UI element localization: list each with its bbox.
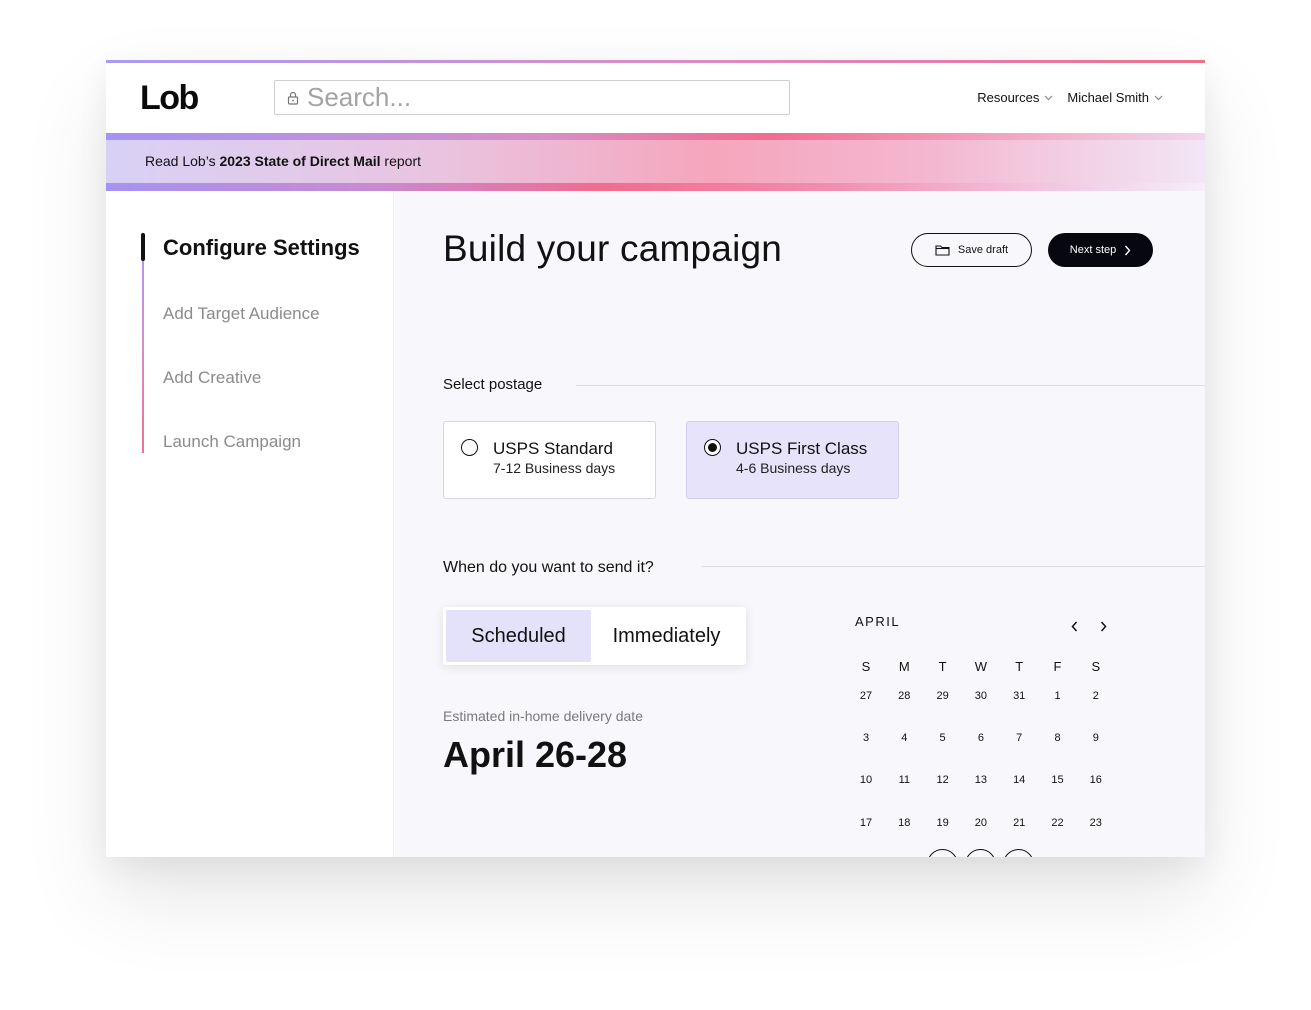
- main-content: Build your campaign Save draft Next step…: [395, 191, 1205, 857]
- radio-first-class[interactable]: [704, 439, 721, 456]
- next-step-label: Next step: [1069, 244, 1117, 256]
- chevron-left-icon: [1070, 621, 1077, 631]
- calendar-day[interactable]: 25: [888, 849, 920, 857]
- search-box[interactable]: [274, 80, 790, 115]
- next-step-button[interactable]: Next step: [1048, 233, 1153, 267]
- banner-suffix: report: [380, 153, 421, 169]
- promo-banner[interactable]: Read Lob’s 2023 State of Direct Mail rep…: [106, 133, 1205, 191]
- resources-label: Resources: [977, 90, 1040, 105]
- calendar-day[interactable]: 12: [927, 764, 959, 796]
- calendar-day-highlighted[interactable]: 27: [964, 848, 996, 857]
- toggle-scheduled[interactable]: Scheduled: [446, 610, 591, 662]
- chevron-down-icon: [1044, 95, 1053, 100]
- chevron-right-icon: [1100, 621, 1107, 631]
- step-add-creative[interactable]: Add Creative: [163, 368, 261, 388]
- postage-option-standard[interactable]: USPS Standard 7-12 Business days: [443, 421, 656, 499]
- postage-name: USPS First Class: [736, 439, 868, 458]
- calendar-day[interactable]: 13: [965, 764, 997, 796]
- steps-sidebar: Configure Settings Add Target Audience A…: [106, 191, 394, 857]
- send-section-label: When do you want to send it?: [443, 559, 654, 576]
- calendar-day[interactable]: 19: [927, 807, 959, 839]
- banner-prefix: Read Lob’s: [145, 153, 220, 169]
- postage-section-label: Select postage: [443, 376, 543, 393]
- calendar-next-button[interactable]: [1093, 617, 1113, 635]
- send-divider: [702, 566, 1205, 567]
- calendar-prev-button[interactable]: [1064, 617, 1084, 635]
- calendar: APRIL S M T W T F S 27 28 29 30 31 1 2 3 4 5 6 7 8 9 10 11 12 13…: [844, 606, 1124, 857]
- calendar-day[interactable]: 30: [1080, 849, 1112, 857]
- banner-bold: 2023 State of Direct Mail: [219, 153, 381, 169]
- step-configure-settings[interactable]: Configure Settings: [163, 235, 360, 261]
- calendar-day[interactable]: 14: [1003, 764, 1035, 796]
- save-draft-button[interactable]: Save draft: [911, 233, 1032, 267]
- header-nav: Resources Michael Smith: [977, 90, 1163, 105]
- radio-standard[interactable]: [461, 439, 478, 456]
- weekday-header: W: [974, 658, 988, 674]
- calendar-day[interactable]: 28: [888, 680, 920, 712]
- weekday-header: M: [898, 658, 910, 674]
- weekday-header: T: [1015, 658, 1024, 674]
- weekday-header: S: [1091, 658, 1101, 674]
- calendar-day[interactable]: 15: [1042, 764, 1074, 796]
- calendar-day[interactable]: 29: [927, 680, 959, 712]
- calendar-day[interactable]: 3: [850, 722, 882, 754]
- calendar-day[interactable]: 5: [927, 722, 959, 754]
- postage-divider: [576, 385, 1205, 386]
- app-window: Lob Resources Michael Smith Read Lob’s 2…: [106, 60, 1205, 857]
- lob-logo[interactable]: Lob: [140, 79, 199, 118]
- calendar-day[interactable]: 18: [888, 807, 920, 839]
- weekday-header: T: [938, 658, 947, 674]
- calendar-day[interactable]: 1: [1042, 680, 1074, 712]
- banner-text[interactable]: Read Lob’s 2023 State of Direct Mail rep…: [145, 153, 421, 169]
- calendar-day[interactable]: 6: [965, 722, 997, 754]
- save-draft-label: Save draft: [957, 244, 1009, 256]
- calendar-day[interactable]: 24: [850, 849, 882, 857]
- calendar-day-highlighted[interactable]: 26: [926, 848, 958, 857]
- calendar-day[interactable]: 29: [1042, 849, 1074, 857]
- chevron-right-icon: [1125, 245, 1131, 255]
- calendar-day[interactable]: 9: [1080, 722, 1112, 754]
- calendar-day-highlighted[interactable]: 28: [1003, 848, 1035, 857]
- calendar-day[interactable]: 8: [1042, 722, 1074, 754]
- calendar-day[interactable]: 22: [1042, 807, 1074, 839]
- calendar-day[interactable]: 21: [1003, 807, 1035, 839]
- search-input[interactable]: [307, 82, 767, 113]
- step-add-target-audience[interactable]: Add Target Audience: [163, 304, 320, 324]
- calendar-day[interactable]: 4: [888, 722, 920, 754]
- estimate-label: Estimated in-home delivery date: [443, 708, 643, 724]
- folder-icon: [935, 245, 950, 256]
- calendar-day[interactable]: 27: [850, 680, 882, 712]
- steps-progress-line: [142, 233, 144, 453]
- user-menu[interactable]: Michael Smith: [1067, 90, 1163, 105]
- active-step-indicator: [141, 233, 145, 261]
- step-launch-campaign[interactable]: Launch Campaign: [163, 432, 301, 452]
- send-timing-toggle: Scheduled Immediately: [443, 607, 746, 665]
- calendar-day[interactable]: 10: [850, 764, 882, 796]
- calendar-day[interactable]: 20: [965, 807, 997, 839]
- postage-days: 4-6 Business days: [736, 460, 851, 476]
- calendar-day[interactable]: 16: [1080, 764, 1112, 796]
- lock-icon: [287, 91, 299, 105]
- weekday-header: F: [1053, 658, 1062, 674]
- calendar-day[interactable]: 11: [888, 764, 920, 796]
- calendar-day[interactable]: 2: [1080, 680, 1112, 712]
- postage-name: USPS Standard: [493, 439, 614, 458]
- postage-days: 7-12 Business days: [493, 460, 616, 476]
- chevron-down-icon: [1154, 95, 1163, 100]
- calendar-day[interactable]: 31: [1003, 680, 1035, 712]
- calendar-month: APRIL: [855, 614, 901, 629]
- postage-option-first-class[interactable]: USPS First Class 4-6 Business days: [686, 421, 899, 499]
- toggle-immediately[interactable]: Immediately: [594, 610, 739, 662]
- header: Lob Resources Michael Smith: [106, 63, 1205, 133]
- resources-menu[interactable]: Resources: [977, 90, 1053, 105]
- weekday-header: S: [861, 658, 871, 674]
- page-title: Build your campaign: [443, 228, 783, 269]
- calendar-day[interactable]: 30: [965, 680, 997, 712]
- calendar-day[interactable]: 23: [1080, 807, 1112, 839]
- calendar-day[interactable]: 7: [1003, 722, 1035, 754]
- user-name-label: Michael Smith: [1067, 90, 1149, 105]
- estimate-date: April 26-28: [443, 734, 628, 775]
- calendar-day[interactable]: 17: [850, 807, 882, 839]
